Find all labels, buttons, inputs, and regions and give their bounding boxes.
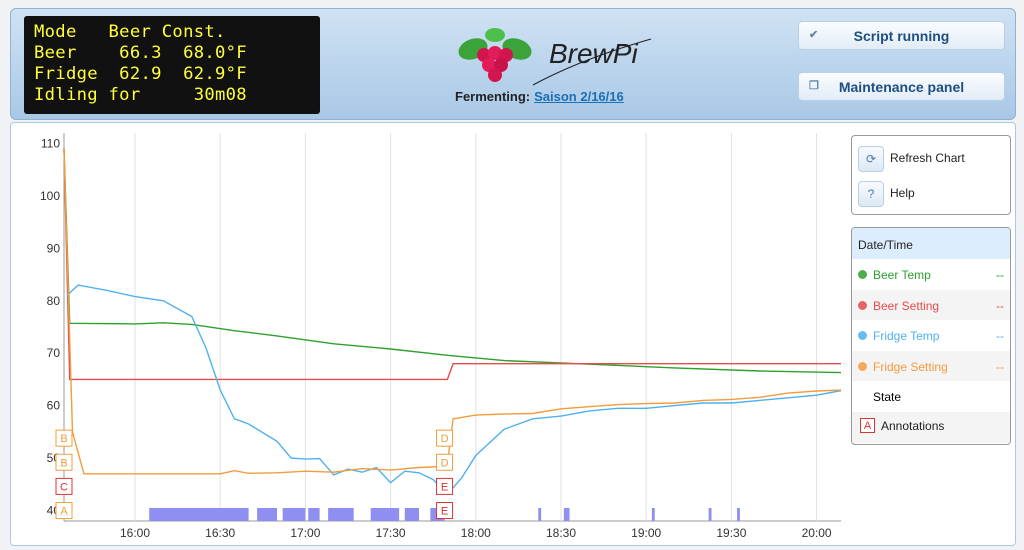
y-tick-label: 100 <box>40 189 60 203</box>
x-tick-label: 19:00 <box>631 526 661 540</box>
state-block <box>149 508 249 521</box>
lcd-line-4: Idling for 30m08 <box>34 85 247 105</box>
legend-name: Annotations <box>881 418 945 433</box>
chart-panel: 16:00 16:30 17:00 17:30 18:00 18:30 19:00 19:30… <box>10 122 1016 546</box>
state-block <box>328 508 354 521</box>
state-block <box>737 508 740 521</box>
state-block <box>370 508 400 521</box>
series-fridge-temp-line <box>66 284 841 496</box>
brewpi-logo: BrewPi <box>451 19 661 89</box>
state-block <box>538 508 542 521</box>
annotation-label: B <box>60 433 67 445</box>
legend-value: -- <box>996 298 1004 313</box>
state-block <box>308 508 320 521</box>
maintenance-panel-label: Maintenance panel <box>838 79 965 95</box>
legend-item-fridge-temp[interactable]: Fridge Temp -- <box>852 320 1010 351</box>
legend-name: Fridge Setting <box>873 359 948 374</box>
legend-item-beer-temp[interactable]: Beer Temp -- <box>852 259 1010 290</box>
header-bar: Mode Beer Const. Beer 66.3 68.0°F Fridge… <box>10 8 1016 120</box>
x-tick-label: 17:00 <box>290 526 320 540</box>
help-control[interactable]: ? Help <box>858 181 1008 207</box>
legend-value: -- <box>996 268 1004 282</box>
x-tick-label: 18:00 <box>461 526 491 540</box>
legend-date-time: Date/Time <box>852 228 1010 259</box>
fermenting-label: Fermenting: <box>455 89 531 104</box>
chart-legend: Date/Time Beer Temp -- Beer Setting -- F… <box>851 227 1011 445</box>
x-tick-label: 19:30 <box>716 526 746 540</box>
raspberry-icon: BrewPi <box>458 28 652 86</box>
annotation-label: E <box>441 506 448 518</box>
state-block <box>651 508 655 521</box>
annotation-label: B <box>60 457 67 469</box>
help-icon[interactable]: ? <box>858 181 884 207</box>
maintenance-panel-button[interactable]: ❐ Maintenance panel <box>798 72 1005 101</box>
state-block <box>404 508 419 521</box>
y-tick-label: 110 <box>41 136 60 150</box>
legend-item-fridge-setting[interactable]: Fridge Setting -- <box>852 350 1010 382</box>
x-tick-label: 16:30 <box>205 526 235 540</box>
legend-name: Beer Temp <box>873 268 931 282</box>
x-tick-label: 20:00 <box>802 526 832 540</box>
svg-text:BrewPi: BrewPi <box>549 38 638 69</box>
temperature-chart[interactable]: 16:00 16:30 17:00 17:30 18:00 18:30 19:00 19:30… <box>11 123 841 545</box>
refresh-chart-control[interactable]: ⟳ Refresh Chart <box>858 146 1008 172</box>
chart-controls: ⟳ Refresh Chart ? Help <box>851 135 1011 215</box>
x-tick-label: 18:30 <box>546 526 576 540</box>
annotation-label: D <box>441 433 449 445</box>
annotation-marker-icon: A <box>860 417 875 433</box>
legend-name: State <box>873 390 902 405</box>
series-beer-setting-line <box>63 148 841 381</box>
series-fridge-setting-line <box>63 148 841 475</box>
refresh-chart-label: Refresh Chart <box>890 151 965 165</box>
series-beer-temp-line <box>63 148 841 374</box>
help-label: Help <box>890 186 915 200</box>
state-block <box>257 508 277 521</box>
lcd-line-3: Fridge 62.9 62.9°F <box>34 64 247 84</box>
state-block <box>563 508 570 521</box>
state-block <box>282 508 306 521</box>
beer-name-link[interactable]: Saison 2/16/16 <box>534 89 624 104</box>
script-running-button[interactable]: ✔ Script running <box>798 21 1005 50</box>
y-tick-label: 60 <box>47 399 61 413</box>
annotation-label: D <box>441 457 449 469</box>
y-tick-label: 90 <box>47 241 61 255</box>
legend-name: Fridge Temp <box>873 329 940 344</box>
lcd-display: Mode Beer Const. Beer 66.3 68.0°F Fridge… <box>24 16 320 114</box>
legend-name: Beer Setting <box>873 298 940 313</box>
legend-value: -- <box>996 359 1004 374</box>
y-tick-label: 70 <box>47 346 61 360</box>
legend-item-annotations[interactable]: A Annotations <box>852 411 1010 443</box>
legend-dot <box>858 300 867 310</box>
state-block <box>708 508 712 521</box>
legend-dot <box>858 331 867 341</box>
legend-item-beer-setting[interactable]: Beer Setting -- <box>852 289 1010 321</box>
x-tick-label: 16:00 <box>120 526 150 540</box>
annotation-label: C <box>60 481 68 493</box>
script-running-label: Script running <box>853 28 950 44</box>
legend-value: -- <box>996 329 1004 344</box>
legend-dot <box>858 270 867 279</box>
annotation-label: E <box>441 481 448 493</box>
annotation-label: A <box>60 506 68 518</box>
lcd-line-1: Mode Beer Const. <box>34 22 226 42</box>
lcd-line-2: Beer 66.3 68.0°F <box>34 43 247 63</box>
y-tick-label: 80 <box>47 294 61 308</box>
fermenting-status: Fermenting: Saison 2/16/16 <box>455 89 624 104</box>
x-tick-label: 17:30 <box>376 526 406 540</box>
refresh-icon[interactable]: ⟳ <box>858 146 884 172</box>
legend-dot <box>858 361 867 371</box>
legend-item-state[interactable]: State <box>852 381 1010 412</box>
